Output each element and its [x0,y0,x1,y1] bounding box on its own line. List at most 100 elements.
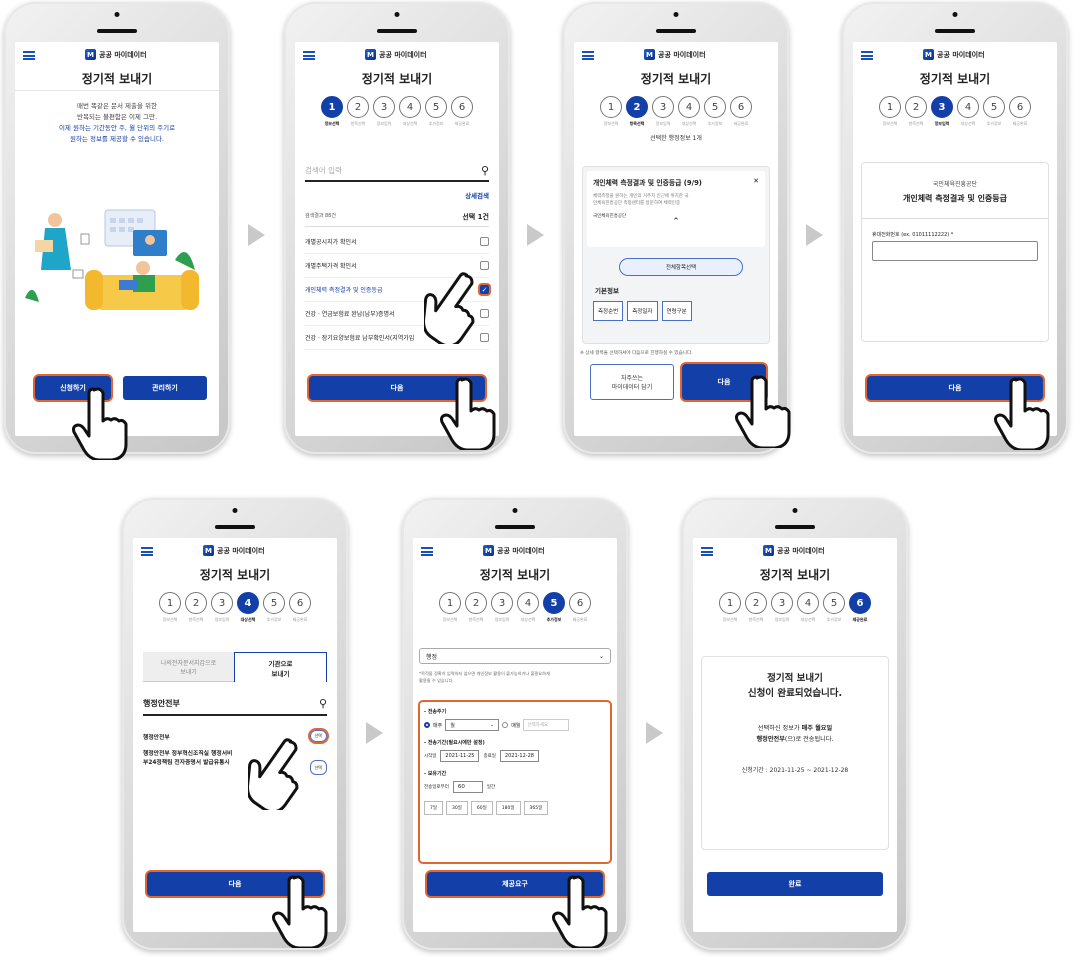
chip[interactable]: 측정순번 [593,301,624,321]
hand-pointer-icon [994,377,1050,450]
card-title: 개인체력 측정결과 및 인증등급 (9/9) [593,179,702,187]
intro-description: 매번 똑같은 문서 제출을 위한 반복되는 불편함은 이제 그만. 이제 원하는… [58,102,176,143]
phone-frame-3: M 공공 마이데이터 정기적 보내기 1 2 3 4 5 6 정보선택 항목선택 정보… [563,2,791,454]
keep-option-button[interactable]: 30일 [446,801,468,815]
result-summary: 검색결과 88건 선택 1건 [305,212,489,227]
complete-card: 정기적 보내기 신청이 완료되었습니다. 선택하신 정보가 매주 월요일 행정안전… [701,656,889,850]
search-icon[interactable]: ⚲ [319,697,327,710]
chip[interactable]: 측정일자 [627,301,658,321]
step-2: 2 [465,592,487,614]
radio-weekly[interactable] [424,722,430,728]
doc-name: 개인체력 측정결과 및 인증등급 [862,193,1048,219]
tab-institution[interactable]: 기관으로 보내기 [234,652,327,682]
selected-info-count: 선택한 행정정보 1개 [650,135,702,142]
start-date-input[interactable]: 2021-11-25 [440,750,480,762]
org-search-input[interactable]: 행정안전부 ⚲ [143,692,327,716]
screen-intro: M 공공 마이데이터 정기적 보내기 매번 똑같은 문서 제출을 위한 반복되는 … [15,42,219,436]
step-indicator: 1 2 3 4 5 6 [295,96,499,118]
logo: M 공공 마이데이터 [203,545,265,556]
finish-button[interactable]: 완료 [707,872,883,896]
search-icon[interactable]: ⚲ [481,164,489,177]
page-title: 정기적 보내기 [15,70,219,91]
page-title: 정기적 보내기 [361,72,433,86]
purpose-notice: *목적을 정확히 입력하지 않으면 개인정보 활용이 불가능하거나 불필요하게 활… [419,671,550,683]
hand-pointer-icon [735,375,791,448]
arrow-right-icon [248,224,265,246]
arrow-right-icon [806,224,823,246]
step-indicator: 1 2 3 4 5 6 [693,592,897,614]
step-5: 5 [704,96,726,118]
schedule-form: - 전송주기 매주 월 ⌄ 매월 선택하세요 - 전송기간(필요시에만 설정) 시… [418,700,612,864]
page-title: 정기적 보내기 [640,72,712,86]
step-3: 3 [373,96,395,118]
arrow-right-icon [646,722,663,744]
complete-period: 신청기간 : 2021-11-25 ~ 2021-12-28 [741,767,849,774]
step-labels: 정보선택 항목선택 정보입력 대상선택 추가정보 제공완료 [603,121,749,126]
step-5: 5 [263,592,285,614]
step-indicator: 1 2 3 4 5 6 [133,592,337,614]
logo-icon: M [763,545,774,556]
step-6: 6 [849,592,871,614]
weekday-select[interactable]: 월 ⌄ [445,719,500,731]
screen-select-target: M 공공 마이데이터 정기적 보내기 1 2 3 4 5 6 정보선택 항목선택 정보… [133,538,337,932]
tutorial-canvas: M 공공 마이데이터 정기적 보내기 매번 똑같은 문서 제출을 위한 반복되는 … [0,0,1075,957]
step-5: 5 [543,592,565,614]
step-6: 6 [451,96,473,118]
save-favorite-button[interactable]: 자주쓰는 마이데이터 담기 [590,364,674,400]
keep-options: 7일 30일 60일 180일 365일 [424,801,606,815]
step-2: 2 [745,592,767,614]
list-item[interactable]: 개별공시지가 확인서 [305,230,489,254]
keep-days-input[interactable]: 60 [452,781,483,793]
step-2: 2 [185,592,207,614]
monthly-select[interactable]: 선택하세요 [523,719,570,731]
step-2: 2 [347,96,369,118]
hand-pointer-icon [248,738,299,810]
menu-icon[interactable] [23,51,35,60]
target-tabs: 나의전자문서지갑으로 보내기 기관으로 보내기 [143,652,327,682]
menu-icon[interactable] [421,547,433,556]
logo-icon: M [203,545,214,556]
radio-monthly[interactable] [502,722,509,728]
phone-frame-4: M 공공 마이데이터 정기적 보내기 1 2 3 4 5 6 정보선택 항목선택 정보… [842,2,1068,454]
keep-option-button[interactable]: 365일 [523,801,549,815]
menu-icon[interactable] [303,51,315,60]
close-icon[interactable]: ✕ [753,177,759,187]
phone-frame-6: M 공공 마이데이터 정기적 보내기 1 2 3 4 5 6 정보선택 항목선택 정보… [402,498,628,950]
phone-label: 휴대전화번호 (ex. 01011112222) * [872,232,954,238]
step-2: 2 [905,96,927,118]
keep-option-button[interactable]: 180일 [495,801,521,815]
manage-button[interactable]: 관리하기 [123,376,207,400]
step-3: 3 [652,96,674,118]
menu-icon[interactable] [701,547,713,556]
hand-pointer-icon [272,875,328,948]
keep-option-button[interactable]: 7일 [424,801,444,815]
menu-icon[interactable] [582,51,594,60]
step-4: 4 [517,592,539,614]
checkbox[interactable] [480,237,489,246]
keep-option-button[interactable]: 60일 [470,801,493,815]
phone-frame-5: M 공공 마이데이터 정기적 보내기 1 2 3 4 5 6 정보선택 항목선택 정보… [122,498,348,950]
chip[interactable]: 연령구분 [661,301,692,321]
menu-icon[interactable] [861,51,873,60]
end-date-input[interactable]: 2021-12-28 [499,750,539,762]
select-all-button[interactable]: 전체항목선택 [619,258,743,276]
search-input[interactable]: 검색어 입력 ⚲ [305,160,489,182]
phone-input[interactable] [872,241,1038,261]
keep-title: - 보유기간 [424,771,447,777]
purpose-dropdown[interactable]: 행정 ⌄ [419,648,611,664]
advanced-search-link[interactable]: 상세검색 [465,190,489,200]
step-4: 4 [237,592,259,614]
select-button[interactable]: 선택 [309,730,327,742]
item-chips: 측정순번 측정일자 연령구분 [593,301,692,321]
logo: M 공공 마이데이터 [763,545,825,556]
screen-complete: M 공공 마이데이터 정기적 보내기 1 2 3 4 5 6 정보선택 항목선택 정보… [693,538,897,932]
tab-wallet[interactable]: 나의전자문서지갑으로 보내기 [143,652,234,682]
logo-icon: M [85,49,96,60]
step-6: 6 [289,592,311,614]
page-title: 정기적 보내기 [919,72,991,86]
menu-icon[interactable] [141,547,153,556]
period-row: 매주 월 ⌄ 매월 선택하세요 [424,719,606,731]
select-button[interactable]: 선택 [309,760,327,775]
checkbox[interactable] [480,261,489,270]
step-indicator: 1 2 3 4 5 6 [853,96,1057,118]
